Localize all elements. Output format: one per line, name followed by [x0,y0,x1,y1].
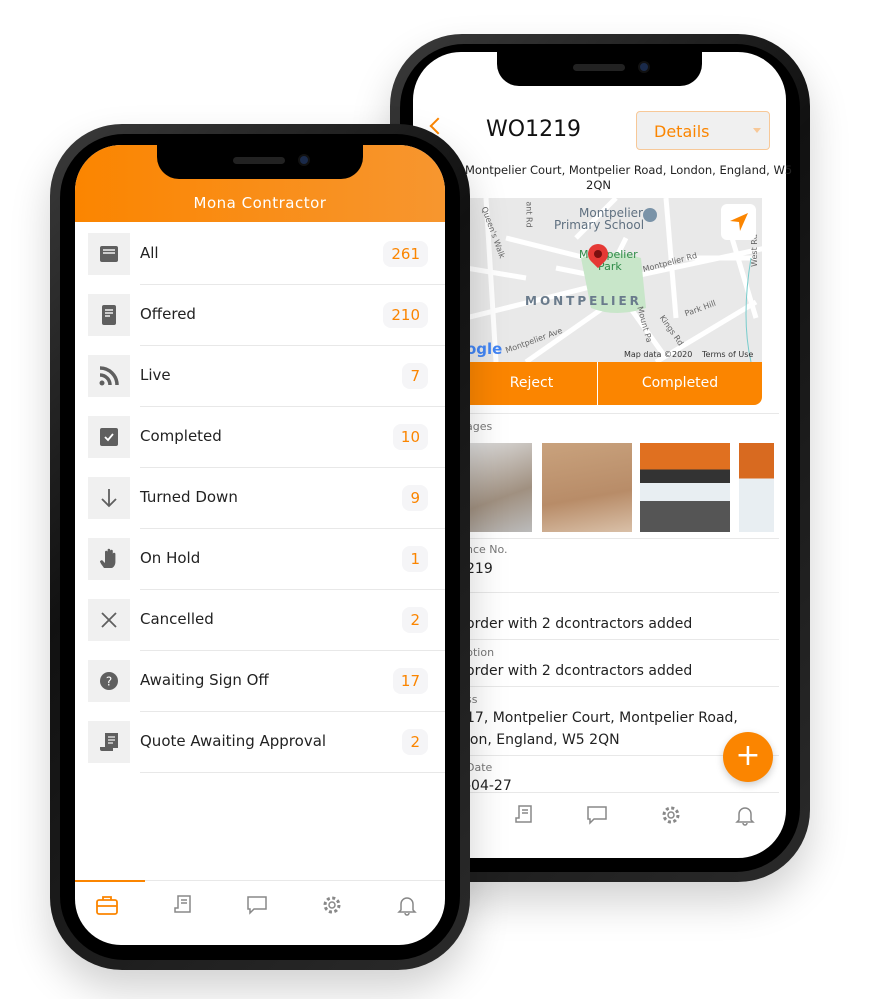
chat-icon[interactable] [242,890,272,920]
count-badge: 9 [402,485,428,511]
svg-text:?: ? [106,675,112,689]
count-badge: 1 [402,546,428,572]
photo-thumbnail[interactable] [640,443,730,532]
add-fab[interactable]: + [723,732,773,782]
list-item[interactable]: All 261 [75,224,445,285]
list-item-label: On Hold [140,549,201,567]
view-select[interactable]: Details [636,111,770,150]
close-icon [88,599,130,641]
quotes-icon[interactable] [167,890,197,920]
list-item[interactable]: ? Awaiting Sign Off 17 [75,651,445,712]
list-item[interactable]: Completed 10 [75,407,445,468]
count-badge: 2 [402,607,428,633]
count-badge: 210 [383,302,428,328]
count-badge: 261 [383,241,428,267]
list-item-label: Cancelled [140,610,214,628]
address-line-2: 2QN [586,178,611,192]
photo-thumbnail[interactable] [466,443,532,532]
list-item-label: Live [140,366,171,384]
app-title: Mona Contractor [193,194,327,212]
chat-icon[interactable] [582,800,612,830]
hand-icon [88,538,130,580]
navigation-arrow-icon [729,213,748,231]
count-badge: 2 [402,729,428,755]
list-item-label: Completed [140,427,222,445]
count-badge: 10 [392,424,428,450]
count-badge: 7 [402,363,428,389]
bell-icon[interactable] [392,890,422,920]
map[interactable]: Montpelier Primary School Montpelier Par… [466,198,762,362]
list-item[interactable]: Quote Awaiting Approval 2 [75,712,445,773]
list-item[interactable]: Live 7 [75,346,445,407]
photo-thumbnail[interactable] [542,443,632,532]
work-order-title: WO1219 [486,117,582,142]
list-item[interactable]: Offered 210 [75,285,445,346]
rss-icon [88,355,130,397]
briefcase-icon[interactable] [92,890,122,920]
active-tab-indicator [75,880,145,882]
list-screen: Mona Contractor All 261 Offered 210 Live… [75,145,445,945]
bell-icon[interactable] [730,800,760,830]
list-item-label: All [140,244,159,262]
count-badge: 17 [392,668,428,694]
scroll-icon [88,721,130,763]
quotes-icon[interactable] [508,800,538,830]
address-line-1: Montpelier Court, Montpelier Road, Londo… [465,163,793,177]
photo-thumbnail[interactable] [739,443,774,532]
completed-button[interactable]: Completed [598,362,762,405]
settings-icon[interactable] [317,890,347,920]
settings-icon[interactable] [656,800,686,830]
list-item-label: Quote Awaiting Approval [140,732,327,750]
google-logo: ogle [466,340,503,358]
list-item[interactable]: Turned Down 9 [75,468,445,529]
inbox-icon [88,233,130,275]
list-item[interactable]: Cancelled 2 [75,590,445,651]
list-item-label: Awaiting Sign Off [140,671,269,689]
school-icon [643,208,657,222]
list-item-label: Turned Down [140,488,238,506]
list-item-label: Offered [140,305,196,323]
terms-link[interactable]: Terms of Use [702,350,753,359]
navigate-button[interactable] [721,204,756,240]
document-icon [88,294,130,336]
question-icon: ? [88,660,130,702]
reject-button[interactable]: Reject [466,362,597,405]
chevron-down-icon [753,128,761,133]
checkbox-icon [88,416,130,458]
arrow-down-icon [88,477,130,519]
list-item[interactable]: On Hold 1 [75,529,445,590]
